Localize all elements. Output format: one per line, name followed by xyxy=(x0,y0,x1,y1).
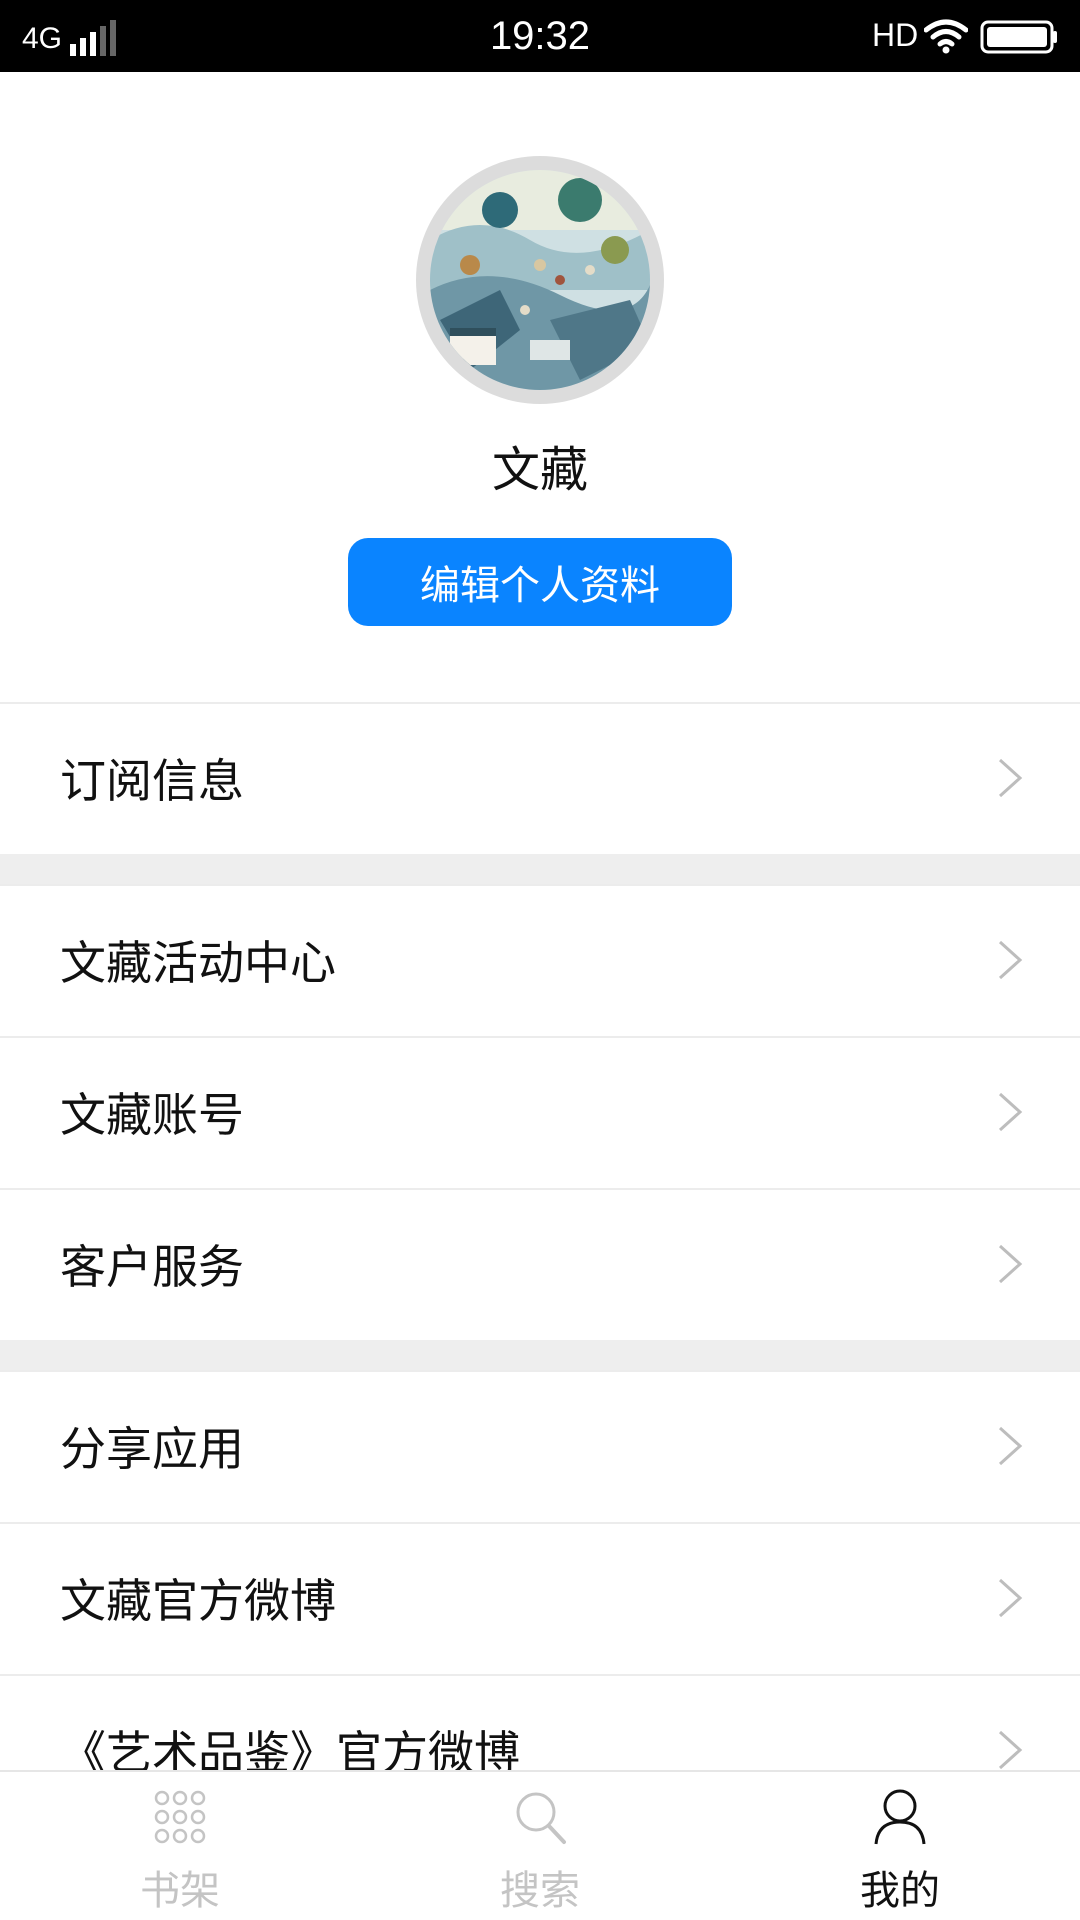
tab-bookshelf[interactable]: 书架 xyxy=(0,1772,360,1920)
avatar[interactable] xyxy=(416,156,664,404)
menu-item-official-weibo[interactable]: 文藏官方微博 xyxy=(0,1522,1080,1672)
chevron-right-icon xyxy=(998,1730,1023,1770)
wifi-icon xyxy=(924,19,968,54)
menu-item-label: 客户服务 xyxy=(60,1240,244,1294)
username: 文藏 xyxy=(491,442,588,498)
chevron-right-icon xyxy=(998,1426,1023,1466)
menu-item-label: 分享应用 xyxy=(60,1422,244,1476)
menu-item-activity-center[interactable]: 文藏活动中心 xyxy=(0,884,1080,1034)
chevron-right-icon xyxy=(998,1092,1023,1132)
menu-item-label: 文藏官方微博 xyxy=(60,1574,336,1628)
battery-icon xyxy=(980,20,1057,54)
menu-item-subscription[interactable]: 订阅信息 xyxy=(0,702,1080,852)
section-divider xyxy=(0,854,1080,884)
hd-label: HD xyxy=(872,17,919,53)
menu-item-label: 文藏活动中心 xyxy=(60,936,336,990)
profile-screen: 4G 19:32 HD 文藏 编辑个人资料 订阅信息 文藏活动中心 文藏账号 客… xyxy=(0,0,1080,1920)
chevron-right-icon xyxy=(998,940,1023,980)
menu-item-account[interactable]: 文藏账号 xyxy=(0,1036,1080,1186)
person-icon xyxy=(874,1789,926,1845)
tab-label: 我的 xyxy=(860,1868,940,1914)
bottom-tab-bar: 书架 搜索 我的 xyxy=(0,1770,1080,1920)
tab-search[interactable]: 搜索 xyxy=(360,1772,720,1920)
chevron-right-icon xyxy=(998,1578,1023,1618)
chevron-right-icon xyxy=(998,758,1023,798)
profile-header: 文藏 编辑个人资料 xyxy=(0,72,1080,702)
grid-icon xyxy=(154,1790,206,1844)
menu-item-label: 文藏账号 xyxy=(60,1088,244,1142)
tab-label: 搜索 xyxy=(500,1868,580,1914)
landscape-painting-avatar xyxy=(430,170,650,390)
tab-label: 书架 xyxy=(140,1868,220,1914)
status-bar: 4G 19:32 HD xyxy=(0,0,1080,72)
chevron-right-icon xyxy=(998,1244,1023,1284)
menu-item-label: 订阅信息 xyxy=(60,754,244,808)
tab-mine[interactable]: 我的 xyxy=(720,1772,1080,1920)
search-icon xyxy=(516,1792,566,1844)
section-divider xyxy=(0,1340,1080,1370)
menu-item-share-app[interactable]: 分享应用 xyxy=(0,1370,1080,1520)
edit-profile-button[interactable]: 编辑个人资料 xyxy=(348,538,732,626)
menu-item-customer-service[interactable]: 客户服务 xyxy=(0,1188,1080,1338)
